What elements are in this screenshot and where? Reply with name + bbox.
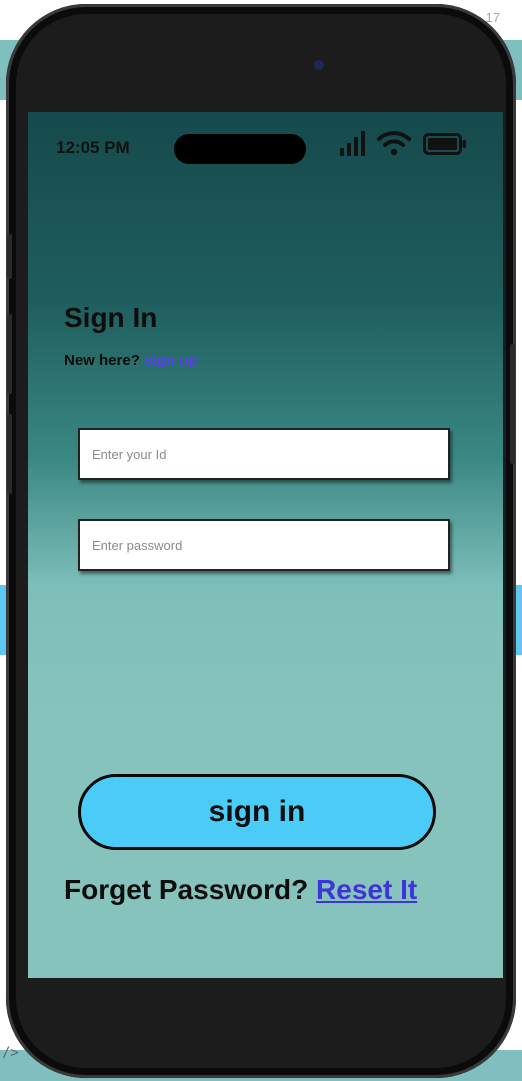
status-time: 12:05 PM (56, 138, 130, 157)
reset-password-link[interactable]: Reset It (316, 874, 417, 905)
volume-up-button[interactable] (7, 314, 12, 394)
action-button[interactable] (7, 234, 12, 279)
password-field (78, 519, 450, 571)
id-input[interactable] (80, 430, 448, 478)
signin-button[interactable]: sign in (78, 774, 436, 850)
battery-icon (423, 133, 466, 155)
new-here-text: New here? (64, 352, 140, 369)
power-button[interactable] (510, 344, 515, 464)
signup-link[interactable]: sign up (144, 352, 197, 369)
password-input[interactable] (80, 521, 448, 569)
status-icons (340, 130, 467, 156)
page-title: Sign In (64, 302, 158, 333)
signal-icon (340, 130, 365, 156)
wifi-icon (377, 131, 411, 156)
phone-screen: 12:05 PM Sign In New here? sign up Enter… (28, 112, 503, 978)
id-field (78, 428, 450, 480)
volume-down-button[interactable] (7, 414, 12, 494)
signup-prompt: New here? sign up (64, 352, 197, 369)
front-camera (314, 60, 324, 70)
dynamic-island (174, 134, 306, 164)
forgot-password-text: Forget Password? (64, 874, 309, 905)
corner-code: /> (2, 1045, 19, 1061)
forgot-password-row: Forget Password? Reset It (64, 874, 417, 906)
phone-frame: 12:05 PM Sign In New here? sign up Enter… (6, 4, 516, 1078)
